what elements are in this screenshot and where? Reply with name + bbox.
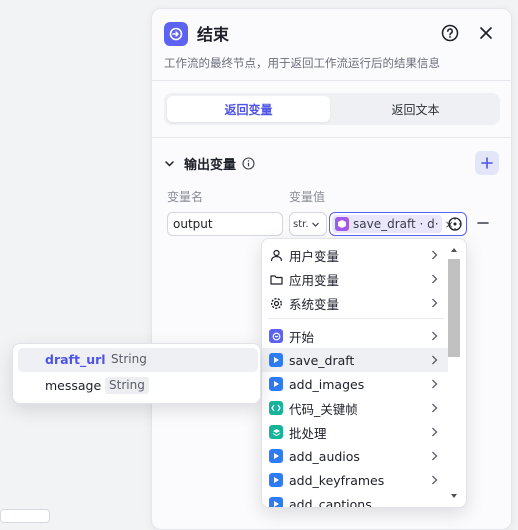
chevron-right-icon: [429, 273, 439, 285]
variable-type-select[interactable]: str.: [289, 212, 327, 236]
reference-label: save_draft · d·: [353, 217, 439, 231]
field-item-draft-url[interactable]: draft_url String: [18, 348, 258, 372]
chevron-right-icon: [429, 378, 439, 390]
reference-picker-icon[interactable]: [448, 217, 462, 231]
dropdown-item-add-keyframes[interactable]: add_keyframes: [262, 468, 448, 492]
canvas-node-stub: [0, 509, 50, 523]
end-node-icon: [164, 22, 188, 46]
dropdown-item-batch[interactable]: 批处理: [262, 420, 448, 444]
play-node-icon: [269, 473, 283, 487]
output-variables-header[interactable]: 输出变量: [164, 154, 255, 173]
dropdown-item-label: add_keyframes: [289, 472, 385, 488]
variable-source-dropdown: 用户变量 应用变量 系统变量 开始 save_draft add_images …: [261, 238, 467, 508]
field-type-badge: String: [107, 351, 151, 368]
dropdown-item-add-images[interactable]: add_images: [262, 372, 448, 396]
play-node-icon: [269, 449, 283, 463]
dropdown-item-label: 用户变量: [289, 248, 340, 264]
code-node-icon: [269, 401, 283, 415]
panel-title: 结束: [197, 25, 230, 44]
start-node-icon: [269, 329, 283, 343]
dropdown-item-start[interactable]: 开始: [262, 324, 448, 348]
person-icon: [269, 248, 283, 262]
play-node-icon: [269, 353, 283, 367]
gear-icon: [269, 296, 283, 310]
add-variable-button[interactable]: [475, 151, 499, 175]
play-node-icon: [269, 377, 283, 391]
chevron-right-icon: [429, 330, 439, 342]
close-icon[interactable]: [475, 22, 497, 44]
dropdown-item-user-variables[interactable]: 用户变量: [262, 243, 448, 267]
dropdown-item-app-variables[interactable]: 应用变量: [262, 267, 448, 291]
chevron-right-icon: [429, 249, 439, 261]
info-icon[interactable]: [242, 157, 255, 170]
help-icon[interactable]: [439, 22, 461, 44]
dropdown-divider: [268, 318, 444, 319]
type-label: str.: [293, 218, 309, 230]
panel-header: 结束 工作流的最终节点，用于返回工作流运行后的结果信息: [152, 9, 511, 81]
dropdown-item-label: 批处理: [289, 425, 327, 441]
variable-value-reference[interactable]: save_draft · d· ×: [329, 212, 467, 236]
chevron-right-icon: [429, 474, 439, 486]
dropdown-item-label: 应用变量: [289, 272, 340, 288]
chevron-right-icon: [429, 297, 439, 309]
dropdown-item-label: 代码_关键帧: [289, 401, 358, 417]
field-item-message[interactable]: message String: [18, 374, 258, 398]
dropdown-item-add-audios[interactable]: add_audios: [262, 444, 448, 468]
dropdown-item-label: 系统变量: [289, 296, 340, 312]
panel-description: 工作流的最终节点，用于返回工作流运行后的结果信息: [164, 56, 440, 70]
dropdown-item-add-captions[interactable]: add_captions: [262, 492, 448, 508]
dropdown-item-label: add_images: [289, 376, 365, 392]
scroll-down-arrow-icon[interactable]: [451, 493, 457, 499]
box-node-icon: [335, 217, 349, 231]
dropdown-item-label: save_draft: [289, 352, 355, 368]
dropdown-item-label: add_captions: [289, 496, 372, 508]
chevron-down-icon: [311, 220, 320, 229]
tab-return-text[interactable]: 返回文本: [334, 96, 497, 122]
field-name: message: [45, 378, 102, 393]
dropdown-item-system-variables[interactable]: 系统变量: [262, 291, 448, 315]
tab-return-variables[interactable]: 返回变量: [167, 96, 330, 122]
column-label-value: 变量值: [289, 190, 326, 204]
chevron-right-icon: [429, 450, 439, 462]
plus-icon: [481, 157, 493, 169]
play-node-icon: [269, 497, 283, 507]
batch-node-icon: [269, 425, 283, 439]
section-title: 输出变量: [184, 158, 237, 173]
dropdown-item-save-draft[interactable]: save_draft: [262, 348, 448, 372]
field-name: draft_url: [45, 352, 106, 367]
dropdown-item-code-keyframes[interactable]: 代码_关键帧: [262, 396, 448, 420]
dropdown-scrollbar-thumb[interactable]: [448, 259, 460, 357]
dropdown-item-label: add_audios: [289, 448, 360, 464]
node-output-fields-popover: draft_url String message String: [12, 343, 261, 404]
variable-name-input[interactable]: [167, 212, 283, 236]
chevron-right-icon: [429, 402, 439, 414]
dropdown-item-label: 开始: [289, 329, 315, 345]
folder-icon: [269, 272, 283, 286]
tabs-divider: [152, 137, 511, 138]
header-divider: [152, 80, 511, 81]
chevron-right-icon: [429, 354, 439, 366]
chevron-right-icon: [429, 426, 439, 438]
column-label-name: 变量名: [167, 190, 204, 204]
chevron-down-icon: [164, 158, 176, 170]
reference-chip: save_draft · d·: [332, 215, 442, 233]
remove-variable-icon[interactable]: [476, 216, 490, 230]
field-type-badge: String: [105, 377, 149, 394]
output-mode-tabs: 返回变量 返回文本: [164, 93, 500, 125]
scroll-up-arrow-icon[interactable]: [451, 247, 457, 253]
